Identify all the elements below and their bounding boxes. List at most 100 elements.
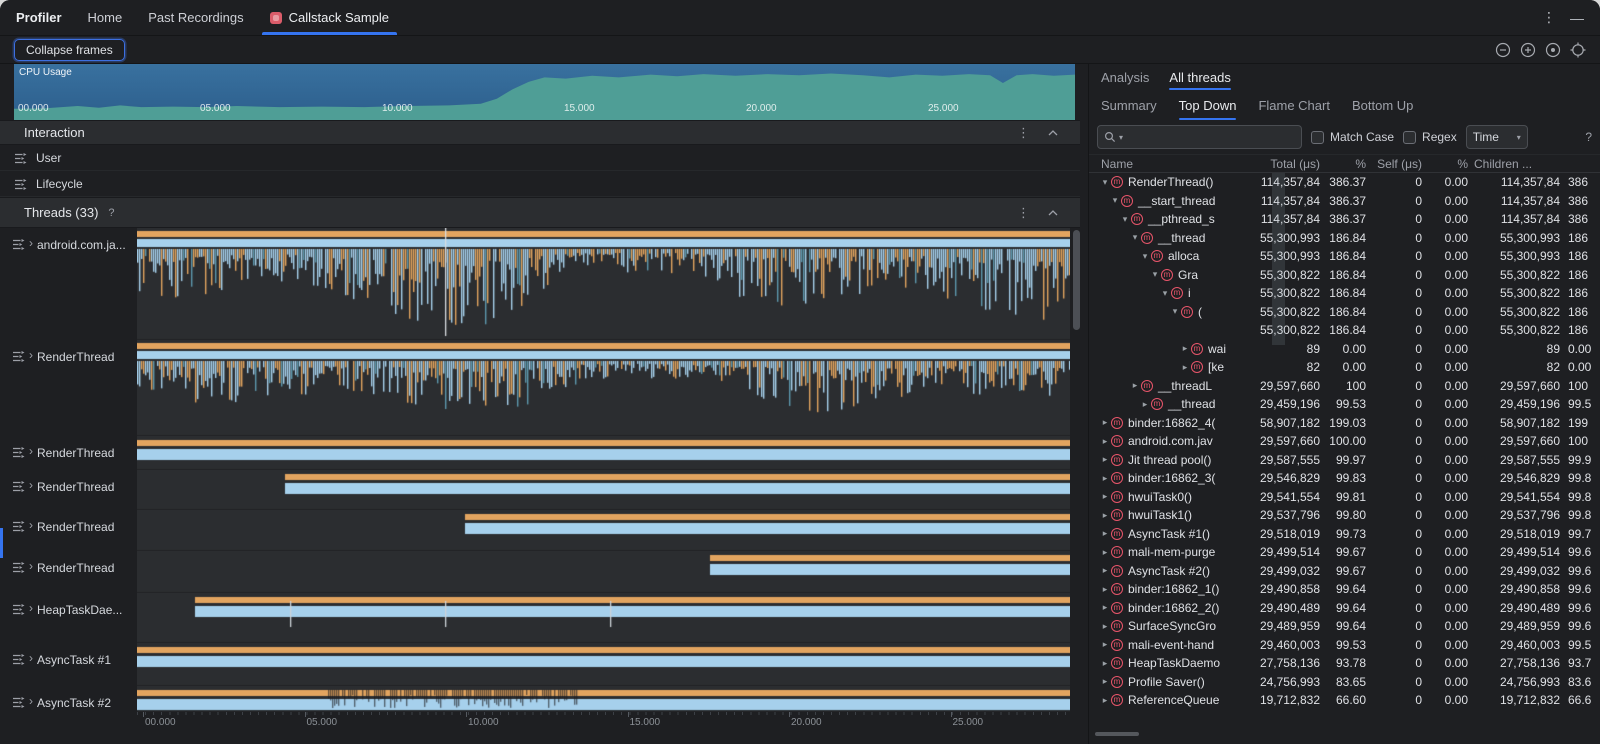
expand-chevron-icon[interactable]: › (29, 480, 33, 491)
topdown-row-thread[interactable]: ▸m__thread29,459,19699.5300.0029,459,196… (1089, 395, 1600, 414)
topdown-row-gra[interactable]: ▾mGra55,300,822186.8400.0055,300,822186 (1089, 266, 1600, 285)
thread-name-cell[interactable]: ›RenderThread (0, 551, 137, 593)
chevron-right-icon[interactable]: ▸ (1099, 584, 1111, 595)
view-tab-bottom-up[interactable]: Bottom Up (1352, 90, 1413, 120)
chevron-down-icon[interactable]: ▾ (1139, 251, 1151, 262)
thread-name-cell[interactable]: ›android.com.ja... (0, 228, 137, 340)
topdown-row-asynctask-1[interactable]: ▸mAsyncTask #1()29,518,01999.7300.0029,5… (1089, 525, 1600, 544)
topdown-row-renderthread[interactable]: ▾mRenderThread()114,357,84386.3700.00114… (1089, 173, 1600, 192)
column-header-self-s[interactable]: Self (μs) (1366, 157, 1422, 171)
thread-activity-chart[interactable] (137, 551, 1070, 593)
topdown-row-asynctask-2[interactable]: ▸mAsyncTask #2()29,499,03299.6700.0029,4… (1089, 562, 1600, 581)
topdown-row-threadl[interactable]: ▸m__threadL29,597,66010000.0029,597,6601… (1089, 377, 1600, 396)
topdown-row-alloca[interactable]: ▾malloca55,300,993186.8400.0055,300,9931… (1089, 247, 1600, 266)
topdown-row-hwuitask0[interactable]: ▸mhwuiTask0()29,541,55499.8100.0029,541,… (1089, 488, 1600, 507)
column-header-item[interactable]: % (1422, 157, 1468, 171)
expand-chevron-icon[interactable]: › (29, 561, 33, 572)
thread-activity-chart[interactable] (137, 510, 1070, 551)
thread-activity-track[interactable] (137, 470, 1070, 510)
analysis-tab-all-threads[interactable]: All threads (1169, 64, 1230, 90)
horizontal-scrollbar[interactable] (1095, 732, 1139, 736)
thread-name-cell[interactable]: ›RenderThread (0, 470, 137, 510)
thread-activity-track[interactable] (137, 643, 1070, 686)
topdown-row-binder-16862-1[interactable]: ▸mbinder:16862_1()29,490,85899.6400.0029… (1089, 580, 1600, 599)
topdown-row-start-thread[interactable]: ▾m__start_thread114,357,84386.3700.00114… (1089, 192, 1600, 211)
expand-chevron-icon[interactable]: › (29, 350, 33, 361)
topdown-row-surfacesyncgro[interactable]: ▸mSurfaceSyncGro29,489,95999.6400.0029,4… (1089, 617, 1600, 636)
thread-activity-chart[interactable] (137, 643, 1070, 686)
chevron-right-icon[interactable]: ▸ (1099, 547, 1111, 558)
thread-activity-track[interactable] (137, 510, 1070, 551)
topdown-row-heaptaskdaemo[interactable]: ▸mHeapTaskDaemo27,758,13693.7800.0027,75… (1089, 654, 1600, 673)
thread-activity-chart[interactable] (137, 593, 1070, 643)
threads-kebab-icon[interactable]: ⋮ (1017, 205, 1030, 221)
view-tab-top-down[interactable]: Top Down (1179, 90, 1237, 120)
thread-activity-track[interactable] (137, 436, 1070, 470)
topdown-row-mali-mem-purge[interactable]: ▸mmali-mem-purge29,499,51499.6700.0029,4… (1089, 543, 1600, 562)
topdown-row-mali-event-hand[interactable]: ▸mmali-event-hand29,460,00399.5300.0029,… (1089, 636, 1600, 655)
view-tab-flame-chart[interactable]: Flame Chart (1258, 90, 1330, 120)
thread-name-cell[interactable]: ›RenderThread (0, 340, 137, 436)
expand-chevron-icon[interactable]: › (29, 603, 33, 614)
analysis-tab-analysis[interactable]: Analysis (1101, 64, 1149, 90)
search-options-chevron-icon[interactable]: ▾ (1119, 133, 1123, 142)
thread-activity-chart[interactable] (137, 436, 1070, 470)
chevron-right-icon[interactable]: ▸ (1099, 602, 1111, 613)
thread-activity-track[interactable] (137, 593, 1070, 643)
minimize-icon[interactable]: — (1570, 10, 1584, 26)
threads-help-icon[interactable]: ? (108, 207, 114, 219)
chevron-down-icon[interactable]: ▾ (1159, 288, 1171, 299)
topdown-row-binder-16862-4[interactable]: ▸mbinder:16862_4(58,907,182199.0300.0058… (1089, 414, 1600, 433)
chevron-right-icon[interactable]: ▸ (1099, 491, 1111, 502)
chevron-right-icon[interactable]: ▸ (1099, 621, 1111, 632)
thread-name-cell[interactable]: ›AsyncTask #2 (0, 686, 137, 712)
chevron-right-icon[interactable]: ▸ (1099, 528, 1111, 539)
topdown-row-profile-saver[interactable]: ▸mProfile Saver()24,756,99383.6500.0024,… (1089, 673, 1600, 692)
checkbox-icon[interactable] (1311, 131, 1324, 144)
expand-chevron-icon[interactable]: › (29, 520, 33, 531)
thread-activity-track[interactable] (137, 340, 1070, 436)
topdown-row-wai[interactable]: ▸mwai890.0000.00890.00 (1089, 340, 1600, 359)
topbar-tab-home[interactable]: Home (88, 0, 123, 35)
reset-zoom-icon[interactable] (1545, 42, 1561, 58)
topdown-row-binder-16862-2[interactable]: ▸mbinder:16862_2()29,490,48999.6400.0029… (1089, 599, 1600, 618)
topdown-row-pthread-s[interactable]: ▾m__pthread_s114,357,84386.3700.00114,35… (1089, 210, 1600, 229)
chevron-right-icon[interactable]: ▸ (1099, 510, 1111, 521)
chevron-right-icon[interactable]: ▸ (1129, 380, 1141, 391)
expand-chevron-icon[interactable]: › (29, 696, 33, 707)
chevron-down-icon[interactable]: ▾ (1099, 177, 1111, 188)
topdown-row-item[interactable]: 55,300,822186.8400.0055,300,822186 (1089, 321, 1600, 340)
topdown-row-thread[interactable]: ▾m__thread55,300,993186.8400.0055,300,99… (1089, 229, 1600, 248)
thread-activity-chart[interactable] (137, 686, 1070, 712)
column-header-name[interactable]: Name (1099, 157, 1250, 171)
expand-chevron-icon[interactable]: › (29, 653, 33, 664)
view-tab-summary[interactable]: Summary (1101, 90, 1157, 120)
threads-scrollbar[interactable] (1073, 230, 1080, 330)
collapse-frames-button[interactable]: Collapse frames (14, 39, 125, 61)
zoom-to-selection-icon[interactable] (1570, 42, 1586, 58)
topdown-row-hwuitask1[interactable]: ▸mhwuiTask1()29,537,79699.8000.0029,537,… (1089, 506, 1600, 525)
expand-chevron-icon[interactable]: › (29, 446, 33, 457)
time-unit-dropdown[interactable]: Time ▾ (1466, 125, 1528, 149)
chevron-right-icon[interactable]: ▸ (1099, 676, 1111, 687)
chevron-down-icon[interactable]: ▾ (1109, 195, 1121, 206)
thread-name-cell[interactable]: ›HeapTaskDae... (0, 593, 137, 643)
topdown-row-item[interactable]: ▾m(55,300,822186.8400.0055,300,822186 (1089, 303, 1600, 322)
checkbox-icon[interactable] (1403, 131, 1416, 144)
topbar-tab-callstack-sample[interactable]: Callstack Sample (270, 0, 389, 35)
chevron-right-icon[interactable]: ▸ (1099, 565, 1111, 576)
topdown-row-binder-16862-3[interactable]: ▸mbinder:16862_3(29,546,82999.8300.0029,… (1089, 469, 1600, 488)
thread-name-cell[interactable]: ›RenderThread (0, 510, 137, 551)
chevron-down-icon[interactable]: ▾ (1129, 232, 1141, 243)
topdown-row-referencequeue[interactable]: ▸mReferenceQueue19,712,83266.6000.0019,7… (1089, 691, 1600, 710)
zoom-out-icon[interactable] (1495, 42, 1511, 58)
topdown-row-jit-thread-pool[interactable]: ▸mJit thread pool()29,587,55599.9700.002… (1089, 451, 1600, 470)
threads-collapse-icon[interactable] (1048, 210, 1058, 216)
chevron-right-icon[interactable]: ▸ (1099, 639, 1111, 650)
interaction-collapse-icon[interactable] (1048, 130, 1058, 136)
chevron-down-icon[interactable]: ▾ (1169, 306, 1181, 317)
help-icon[interactable]: ? (1585, 130, 1592, 144)
chevron-right-icon[interactable]: ▸ (1099, 454, 1111, 465)
chevron-right-icon[interactable]: ▸ (1099, 417, 1111, 428)
thread-name-cell[interactable]: ›RenderThread (0, 436, 137, 470)
